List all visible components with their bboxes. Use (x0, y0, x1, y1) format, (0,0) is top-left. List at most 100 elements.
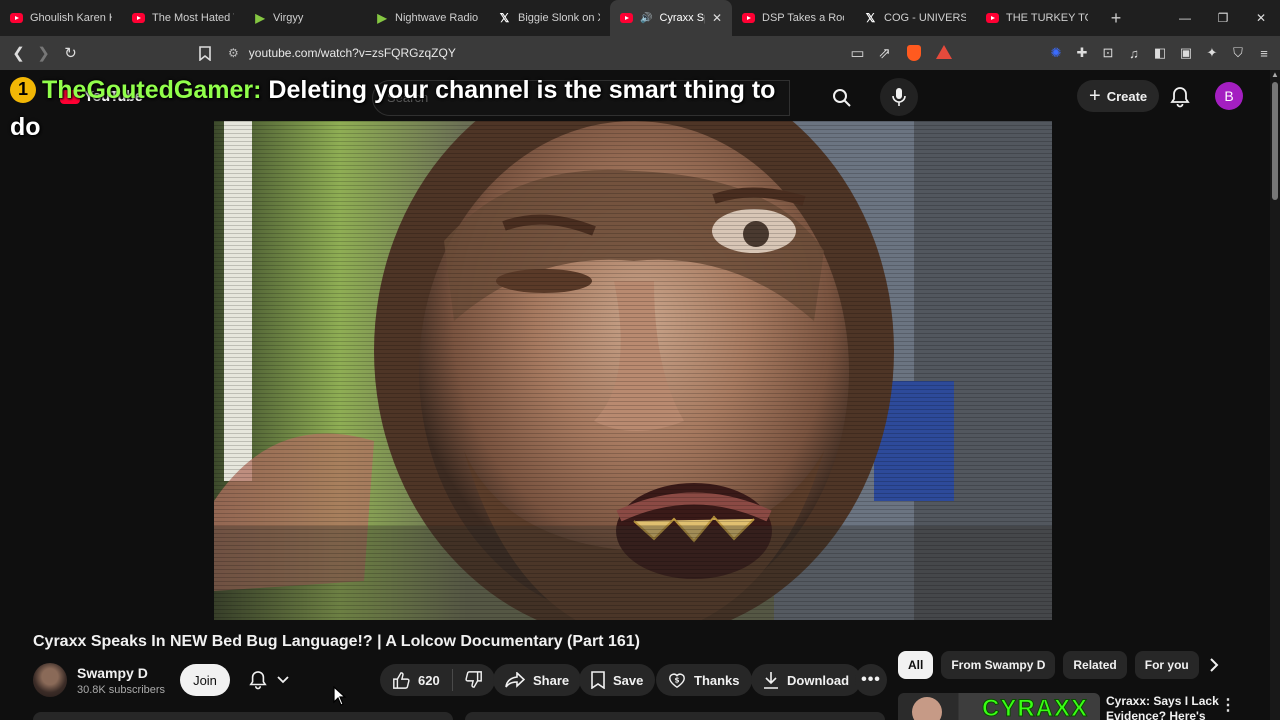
share-icon (505, 672, 525, 688)
voice-search-button[interactable] (880, 78, 918, 116)
site-info-icon[interactable]: ⚙ (228, 46, 239, 60)
tab-label: COG - UNIVERSAL (884, 12, 966, 24)
browser-tab-active[interactable]: 🔊 Cyraxx Spe ✕ (610, 0, 732, 36)
like-count: 620 (418, 672, 440, 688)
brave-shields-icon[interactable] (907, 45, 921, 61)
svg-text:$: $ (674, 676, 679, 685)
forward-icon[interactable]: ❯ (31, 38, 56, 68)
tab-label: Ghoulish Karen Ha (30, 12, 112, 24)
recommended-thumbnail[interactable]: CYRAXX (898, 693, 1100, 720)
new-tab-button[interactable]: + (1098, 8, 1134, 29)
video-title: Cyraxx Speaks In NEW Bed Bug Language!? … (33, 633, 640, 650)
share-button[interactable]: Share (493, 664, 582, 696)
back-icon[interactable]: ❮ (6, 38, 31, 68)
chevron-down-icon (277, 676, 289, 684)
chips-next-button[interactable] (1200, 651, 1228, 679)
window-controls: — ❐ ✕ (1166, 0, 1280, 36)
create-label: Create (1106, 88, 1148, 104)
subscription-notifications-button[interactable] (241, 664, 297, 696)
rumble-icon: ▶ (377, 11, 387, 25)
thumbnail-text: CYRAXX (981, 695, 1089, 720)
mouse-cursor-icon (333, 686, 347, 706)
youtube-icon (132, 13, 145, 23)
thumbnail-face (912, 697, 942, 720)
browser-tab[interactable]: ▶ Virgyy (244, 0, 366, 36)
thanks-button[interactable]: $ Thanks (656, 664, 752, 696)
description-box-edge (33, 712, 453, 720)
reload-icon[interactable]: ↻ (58, 38, 83, 68)
tab-label: Virgyy (273, 12, 304, 24)
recommended-video[interactable]: CYRAXX Cyraxx: Says I Lack Evidence? Her… (898, 693, 1260, 720)
youtube-icon (986, 13, 999, 23)
youtube-icon (10, 13, 23, 23)
browser-tab[interactable]: 𝕏 Biggie Slonk on X (488, 0, 610, 36)
thanks-label: Thanks (694, 672, 740, 688)
thumbs-up-icon (393, 672, 410, 689)
create-button[interactable]: + Create (1077, 80, 1160, 112)
save-button[interactable]: Save (579, 664, 656, 696)
share-page-icon[interactable]: ⇗ (872, 38, 897, 68)
menu-icon[interactable]: ≡ (1256, 45, 1272, 61)
channel-avatar[interactable] (33, 663, 67, 697)
bookmark-icon[interactable] (192, 38, 217, 68)
youtube-watch-page: YouTube Search + Create B 1 TheGoutedGam… (0, 70, 1280, 720)
url-text: youtube.com/watch?v=zsFQRGzqZQY (248, 46, 456, 60)
notifications-button[interactable] (1170, 86, 1192, 108)
browser-tab[interactable]: ▶ Nightwave Radio (366, 0, 488, 36)
browser-tab-strip: Ghoulish Karen Ha The Most Hated V ▶ Virg… (0, 0, 1280, 36)
browser-tab[interactable]: Ghoulish Karen Ha (0, 0, 122, 36)
bookmark-icon (591, 671, 605, 689)
media-icon[interactable]: ♫ (1126, 45, 1142, 61)
sidebar-toggle-icon[interactable]: ◧ (1152, 45, 1168, 61)
restore-icon[interactable]: ❐ (1204, 0, 1242, 36)
tab-label: Nightwave Radio (395, 12, 478, 24)
dislike-button[interactable] (453, 664, 495, 696)
brave-rewards-icon[interactable] (936, 45, 952, 59)
close-window-icon[interactable]: ✕ (1242, 0, 1280, 36)
page-scrollbar[interactable]: ▲ (1270, 70, 1280, 720)
extension-toolbar: ✺ ✚ ⊡ ♫ ◧ ▣ ✦ ⛉ ≡ (1048, 36, 1272, 70)
screenshot-icon[interactable]: ⊡ (1100, 45, 1116, 61)
cast-icon[interactable]: ▭ (845, 38, 870, 68)
scroll-up-icon[interactable]: ▲ (1271, 70, 1279, 79)
recommended-title[interactable]: Cyraxx: Says I Lack Evidence? Here's (1106, 694, 1234, 720)
subscriber-count: 30.8K subscribers (77, 684, 166, 696)
download-button[interactable]: Download (751, 664, 862, 696)
browser-tab[interactable]: DSP Takes a Rock (732, 0, 854, 36)
channel-row: Swampy D 30.8K subscribers Join 620 Shar… (33, 661, 893, 701)
vpn-shield-icon[interactable]: ⛉ (1230, 45, 1246, 61)
chip-for-you[interactable]: For you (1134, 651, 1199, 679)
more-vertical-icon[interactable]: ⋮ (1220, 695, 1236, 715)
video-player[interactable] (214, 121, 1052, 620)
join-button[interactable]: Join (180, 664, 230, 696)
download-label: Download (787, 672, 850, 688)
minimize-icon[interactable]: — (1166, 0, 1204, 36)
extensions-icon[interactable]: ✚ (1074, 45, 1090, 61)
tab-label: DSP Takes a Rock (762, 12, 844, 24)
channel-name[interactable]: Swampy D (77, 665, 148, 681)
like-dislike-group: 620 (380, 664, 495, 696)
thanks-dollar-heart-icon: $ (669, 673, 685, 689)
x-icon: 𝕏 (865, 11, 876, 25)
close-tab-icon[interactable]: ✕ (712, 11, 722, 25)
wallet-icon[interactable]: ▣ (1178, 45, 1194, 61)
more-actions-button[interactable]: ••• (855, 664, 887, 696)
bell-icon (1170, 87, 1190, 108)
search-button[interactable] (816, 80, 868, 116)
scrollbar-thumb[interactable] (1272, 82, 1278, 200)
chip-related[interactable]: Related (1063, 651, 1127, 679)
leo-ai-icon[interactable]: ✦ (1204, 45, 1220, 61)
browser-tab[interactable]: The Most Hated V (122, 0, 244, 36)
youtube-icon (620, 13, 633, 23)
search-icon (833, 89, 851, 107)
tab-label: Cyraxx Spe (659, 12, 705, 24)
vpn-icon[interactable]: ✺ (1048, 45, 1064, 61)
like-button[interactable]: 620 (380, 664, 452, 696)
browser-tab[interactable]: THE TURKEY TOM (976, 0, 1098, 36)
chip-from-channel[interactable]: From Swampy D (941, 651, 1056, 679)
account-avatar[interactable]: B (1215, 82, 1243, 110)
donation-badge-icon: 1 (10, 76, 36, 103)
browser-tab[interactable]: 𝕏 COG - UNIVERSAL (854, 0, 976, 36)
chip-all[interactable]: All (898, 651, 934, 679)
video-frame-image (214, 121, 1052, 620)
